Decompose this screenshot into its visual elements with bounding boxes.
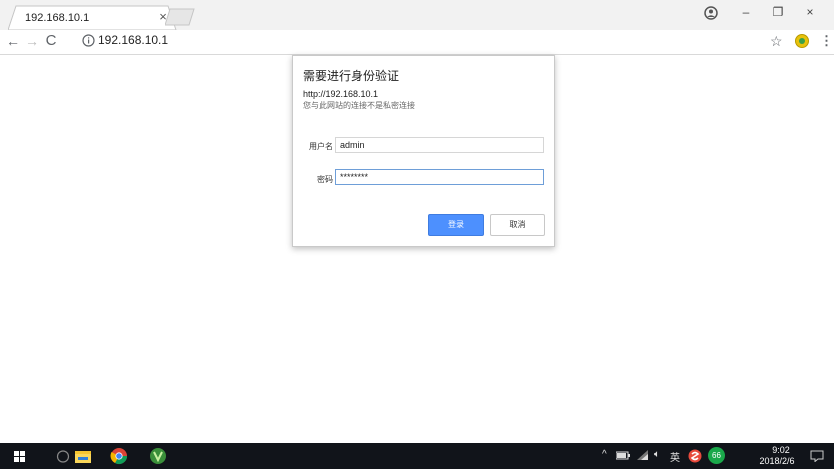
app-green-icon[interactable] xyxy=(149,447,167,465)
file-explorer-icon[interactable] xyxy=(75,449,91,463)
cancel-button[interactable]: 取消 xyxy=(490,214,545,236)
password-label: 密码 xyxy=(317,175,333,184)
wifi-icon[interactable] xyxy=(636,450,649,461)
auth-dialog: 需要进行身份验证 http://192.168.10.1 您与此网站的连接不是私… xyxy=(292,55,555,247)
volume-icon[interactable]: 🔈︎ xyxy=(654,449,660,460)
notification-icon[interactable] xyxy=(810,450,824,462)
task-view-icon[interactable] xyxy=(56,450,70,463)
new-tab-button[interactable] xyxy=(164,8,195,31)
address-bar[interactable]: 192.168.10.1 xyxy=(78,32,778,50)
maximize-icon[interactable]: ❐ xyxy=(768,4,788,20)
chrome-icon[interactable] xyxy=(110,447,128,465)
bookmark-star-icon[interactable]: ☆ xyxy=(770,33,783,50)
menu-kebab-icon[interactable]: ⋮ xyxy=(820,33,833,49)
profile-icon[interactable] xyxy=(704,6,724,20)
windows-start-icon[interactable] xyxy=(14,451,25,462)
address-url: 192.168.10.1 xyxy=(98,33,169,47)
sogou-ime-icon[interactable] xyxy=(688,449,702,463)
password-field[interactable]: ******** xyxy=(335,169,544,185)
minimize-icon[interactable]: – xyxy=(736,4,756,20)
tray-badge-icon[interactable]: 66 xyxy=(708,447,725,464)
clock-time[interactable]: 9:02 xyxy=(764,445,798,455)
extension-icon[interactable] xyxy=(795,34,809,48)
username-label: 用户名 xyxy=(309,142,333,151)
tab-title: 192.168.10.1 xyxy=(25,12,90,24)
dialog-connection-note: 您与此网站的连接不是私密连接 xyxy=(303,101,415,110)
battery-icon[interactable] xyxy=(616,451,630,460)
info-icon[interactable] xyxy=(82,34,95,47)
forward-icon[interactable]: → xyxy=(24,33,40,49)
dialog-url: http://192.168.10.1 xyxy=(303,89,379,99)
tab-strip: 192.168.10.1 × – ❐ × xyxy=(0,0,834,30)
window-close-icon[interactable]: × xyxy=(800,4,820,20)
username-field[interactable]: admin xyxy=(335,137,544,153)
clock-date[interactable]: 2018/2/6 xyxy=(752,456,802,466)
back-icon[interactable]: ← xyxy=(5,33,21,49)
language-indicator[interactable]: 英 xyxy=(670,449,680,464)
new-tab-icon xyxy=(164,8,195,26)
login-button[interactable]: 登录 xyxy=(428,214,484,236)
reload-icon[interactable]: C xyxy=(43,33,59,49)
tray-chevron-icon[interactable]: ^ xyxy=(602,449,607,460)
browser-toolbar: ← → C 192.168.10.1 ☆ ⋮ xyxy=(0,30,834,55)
dialog-title: 需要进行身份验证 xyxy=(303,69,400,83)
taskbar: ^ 🔈︎ 英 66 9:02 2018/2/6 xyxy=(0,443,834,469)
